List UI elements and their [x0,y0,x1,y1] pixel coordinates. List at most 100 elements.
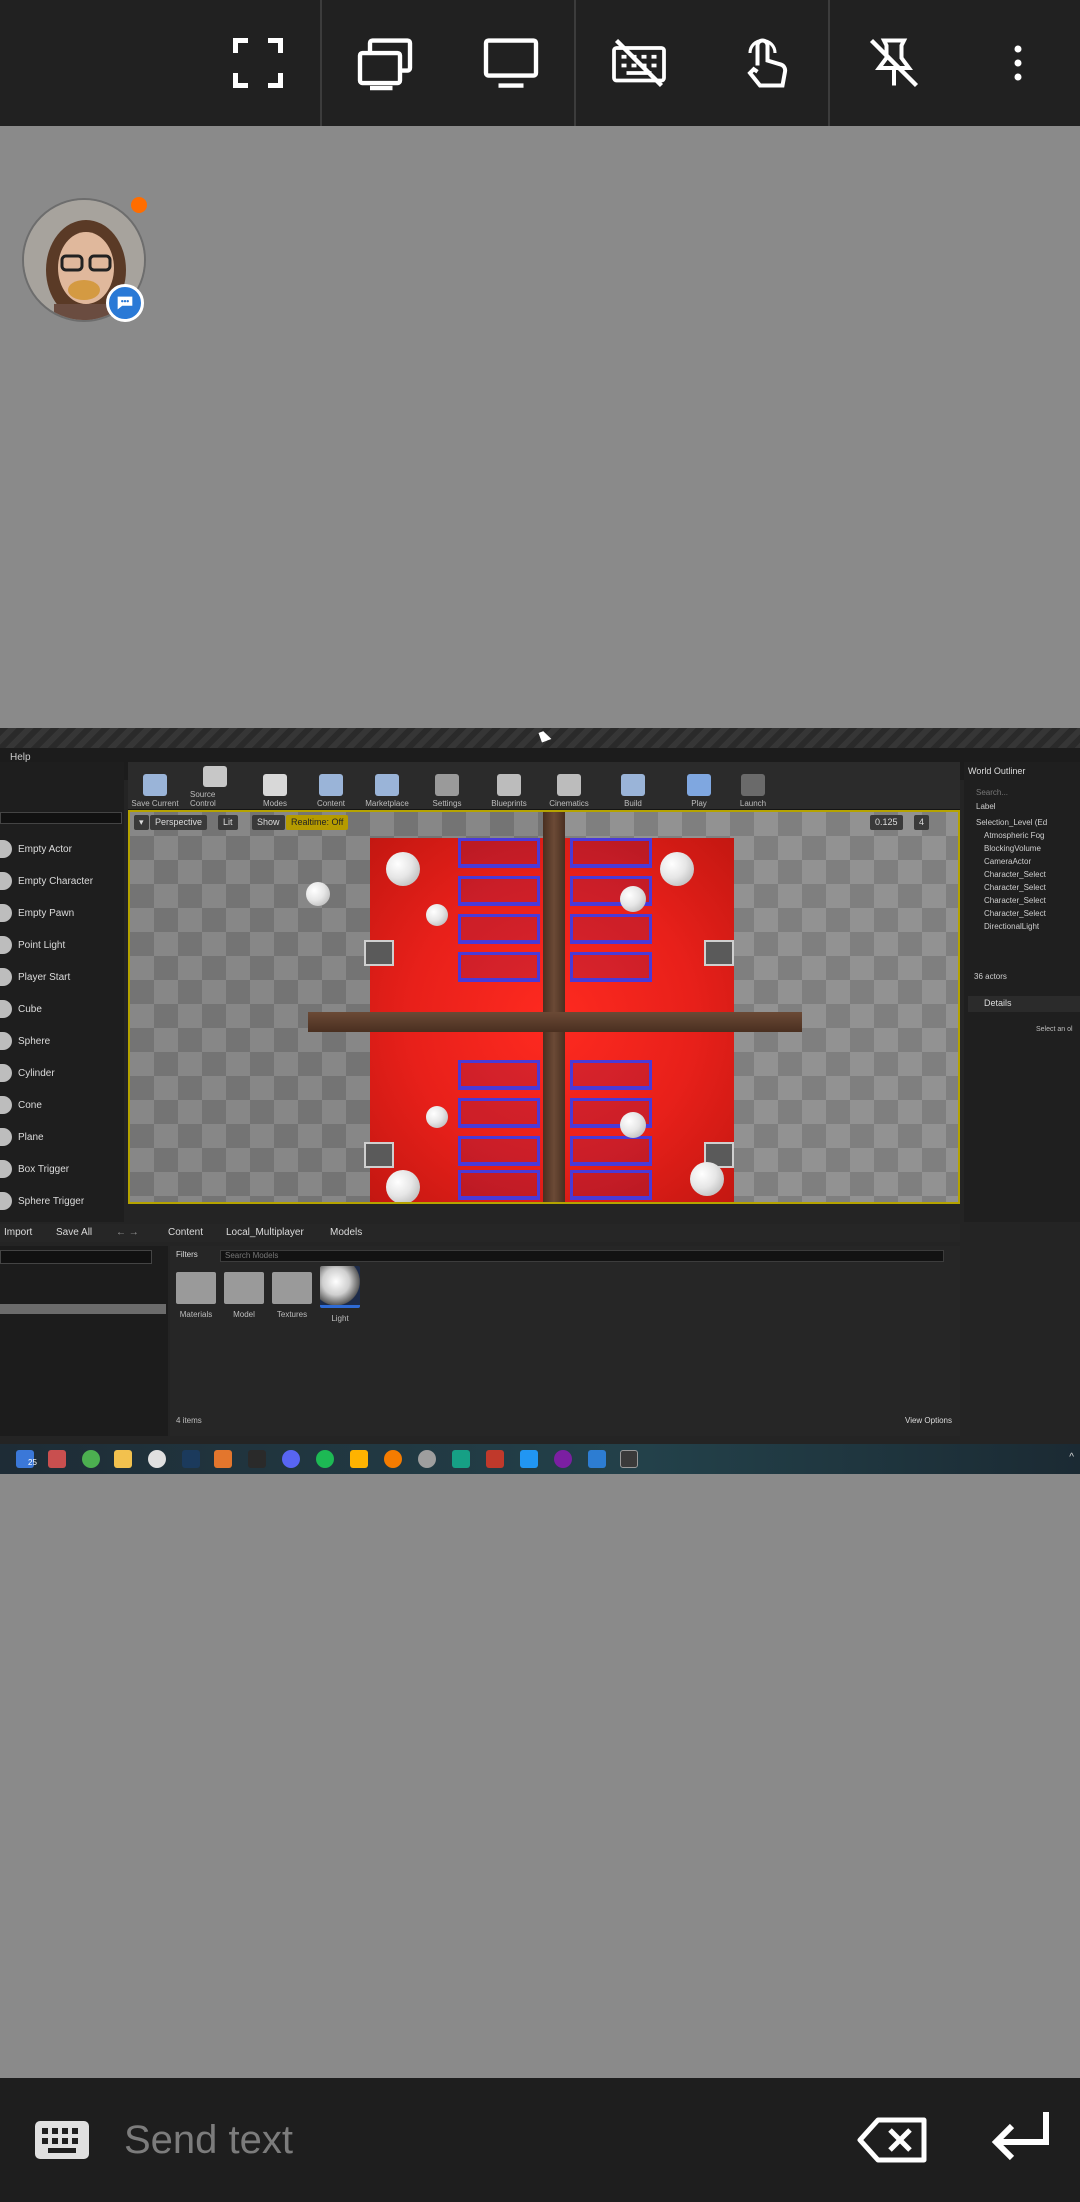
items-count: 4 items [176,1416,202,1425]
outliner-row[interactable]: BlockingVolume [984,844,1041,853]
tree-selected-row[interactable] [0,1304,166,1314]
view-options-button[interactable]: View Options [905,1416,952,1425]
keyboard-off-icon[interactable] [604,0,674,126]
send-text-input[interactable] [124,2110,824,2170]
switch-monitor-icon[interactable] [350,0,420,126]
content-button[interactable]: Content [306,766,356,808]
build-button[interactable]: Build [608,766,658,808]
chrome-icon[interactable] [82,1450,100,1468]
chat-bubble-icon[interactable] [106,284,144,322]
fullscreen-icon[interactable] [226,0,290,126]
outliner-row[interactable]: Character_Select [984,896,1046,905]
outliner-row[interactable]: Character_Select [984,909,1046,918]
play-button[interactable]: Play [674,766,724,808]
spotify-icon[interactable] [316,1450,334,1468]
vscode-icon[interactable] [520,1450,538,1468]
perspective-button[interactable]: Perspective [150,815,208,830]
unpin-icon[interactable] [860,0,928,126]
place-item[interactable]: Player Start [0,962,122,992]
editor-toolbar: Save Current Source Control Modes Conten… [128,762,960,810]
level-viewport[interactable]: ▾ Perspective Lit Show Realtime: Off 0.1… [128,810,960,1204]
marketplace-button[interactable]: Marketplace [362,766,412,808]
asset-folder[interactable]: Model [222,1272,266,1338]
place-item[interactable]: Cylinder [0,1058,122,1088]
tray-chevron-icon[interactable]: ^ [1069,1452,1074,1463]
actor-count: 36 actors [974,972,1007,981]
place-item[interactable]: Cone [0,1090,122,1120]
place-item[interactable]: Box Trigger [0,1154,122,1184]
blueprints-button[interactable]: Blueprints [484,766,534,808]
breadcrumb-models[interactable]: Models [330,1227,362,1238]
outliner-row[interactable]: Character_Select [984,870,1046,879]
top-toolbar [0,0,1080,126]
outliner-row[interactable]: CameraActor [984,857,1031,866]
outliner-row[interactable]: DirectionalLight [984,922,1039,931]
tree-search[interactable] [0,1250,152,1264]
asset-search[interactable]: Search Models [220,1250,944,1262]
asset-folder[interactable]: Materials [174,1272,218,1338]
label-header[interactable]: Label [976,802,996,811]
viewport-toolbar: ▾ Perspective Lit Show Realtime: Off 0.1… [130,812,958,832]
import-button[interactable]: Import [4,1227,32,1238]
place-item[interactable]: Sphere Trigger [0,1186,122,1216]
lit-button[interactable]: Lit [218,815,238,830]
asset-folder[interactable]: Textures [270,1272,314,1338]
source-control-button[interactable]: Source Control [190,766,240,808]
outliner-row[interactable]: Selection_Level (Ed [976,818,1047,827]
taskbar-app-icon[interactable] [452,1450,470,1468]
enter-icon[interactable] [986,2106,1056,2172]
save-all-button[interactable]: Save All [56,1227,92,1238]
save-current-button[interactable]: Save Current [130,766,180,808]
launch-button[interactable]: Launch [728,766,778,808]
taskbar-app-icon[interactable] [148,1450,166,1468]
show-button[interactable]: Show [252,815,285,830]
taskbar-app-icon[interactable] [486,1450,504,1468]
place-item[interactable]: Plane [0,1122,122,1152]
obs-icon[interactable] [418,1450,436,1468]
unreal-icon[interactable] [620,1450,638,1468]
cinematics-button[interactable]: Cinematics [544,766,594,808]
place-item[interactable]: Empty Actor [0,834,122,864]
place-item[interactable]: Cube [0,994,122,1024]
more-vert-icon[interactable] [994,0,1042,126]
touch-icon[interactable] [732,0,798,126]
camera-speed[interactable]: 4 [914,815,930,830]
place-search[interactable] [0,812,122,824]
remote-screen[interactable]: Help Empty Actor Empty Character Empty P… [0,728,1080,1474]
taskbar-app-icon[interactable] [214,1450,232,1468]
taskbar-app-icon[interactable] [350,1450,368,1468]
place-item[interactable]: Empty Pawn [0,898,122,928]
filters-button[interactable]: Filters [176,1250,198,1259]
github-icon[interactable] [554,1450,572,1468]
outliner-search[interactable]: Search... [976,788,1008,797]
breadcrumb-local-multiplayer[interactable]: Local_Multiplayer [226,1227,304,1238]
asset-view: Filters Search Models Materials Model Te… [170,1246,960,1436]
details-tab[interactable]: Details [968,996,1080,1012]
asset-light[interactable]: Light [318,1266,362,1332]
wood-beam [308,1012,802,1032]
backspace-icon[interactable] [856,2110,932,2170]
taskbar-app-icon[interactable] [384,1450,402,1468]
steam-icon[interactable] [182,1450,200,1468]
taskbar-app-icon[interactable] [588,1450,606,1468]
nav-arrows-icon[interactable]: ← → [116,1227,139,1238]
folder-icon[interactable] [114,1450,132,1468]
breadcrumb-content[interactable]: Content [168,1227,203,1238]
outliner-row[interactable]: Atmospheric Fog [984,831,1044,840]
settings-button[interactable]: Settings [422,766,472,808]
outliner-row[interactable]: Character_Select [984,883,1046,892]
realtime-button[interactable]: Realtime: Off [286,815,349,830]
epic-games-icon[interactable] [248,1450,266,1468]
place-item[interactable]: Point Light [0,930,122,960]
modes-button[interactable]: Modes [250,766,300,808]
place-item[interactable]: Empty Character [0,866,122,896]
discord-icon[interactable] [282,1450,300,1468]
place-item[interactable]: Sphere [0,1026,122,1056]
snap-value[interactable]: 0.125 [870,815,903,830]
place-panel: Empty Actor Empty Character Empty Pawn P… [0,762,124,1222]
taskbar-app-icon[interactable] [48,1450,66,1468]
keyboard-icon[interactable] [34,2120,90,2160]
wood-beam [543,812,565,1202]
world-outliner: World Outliner Search... Label Selection… [964,762,1080,1222]
single-monitor-icon[interactable] [478,0,544,126]
